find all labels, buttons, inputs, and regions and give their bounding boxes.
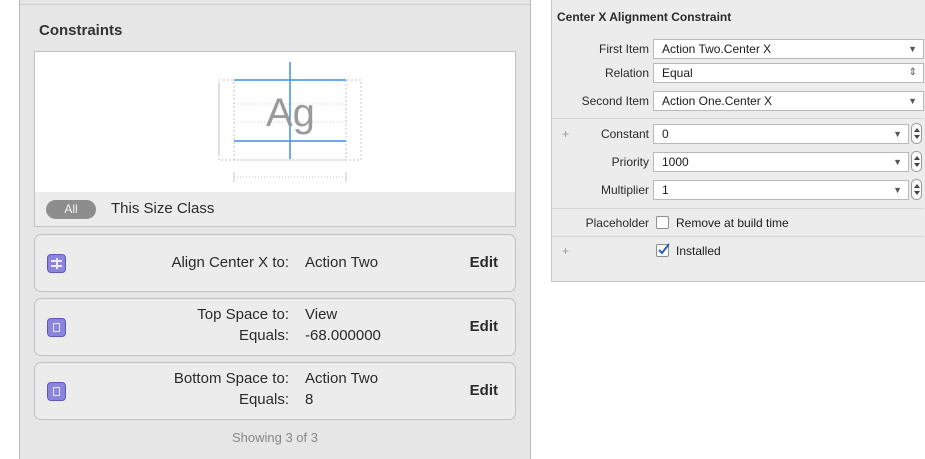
stepper-down-icon[interactable] bbox=[914, 163, 920, 167]
second-item-popup[interactable]: Action One.Center X ▼ bbox=[653, 91, 924, 111]
constraint-value: View bbox=[305, 306, 338, 323]
placeholder-checkbox[interactable] bbox=[656, 216, 669, 229]
size-class-bar: All This Size Class bbox=[34, 192, 516, 227]
plus-icon[interactable]: + bbox=[562, 127, 569, 141]
relation-label: Relation bbox=[604, 66, 649, 80]
constant-stepper[interactable] bbox=[911, 123, 922, 144]
section-divider bbox=[552, 208, 924, 209]
chevron-down-icon: ▼ bbox=[893, 129, 902, 139]
edit-button[interactable]: Edit bbox=[470, 382, 498, 399]
constraint-label: Equals: bbox=[238, 391, 289, 408]
multiplier-label: Multiplier bbox=[600, 183, 649, 197]
chevron-down-icon: ▼ bbox=[893, 185, 902, 195]
constraint-value: Action Two bbox=[305, 370, 379, 387]
section-divider bbox=[552, 118, 924, 119]
preview-text: Ag bbox=[266, 91, 315, 135]
constraint-label: Align Center X to: bbox=[171, 254, 289, 271]
multiplier-field[interactable]: 1 ▼ bbox=[653, 180, 909, 200]
constraint-value: 8 bbox=[305, 391, 314, 408]
first-item-popup[interactable]: Action Two.Center X ▼ bbox=[653, 39, 924, 59]
chevron-down-icon: ▼ bbox=[908, 44, 917, 54]
panel-divider bbox=[20, 4, 530, 5]
second-item-label: Second Item bbox=[581, 94, 649, 108]
stepper-down-icon[interactable] bbox=[914, 135, 920, 139]
stepper-up-icon[interactable] bbox=[914, 156, 920, 160]
multiplier-value: 1 bbox=[662, 183, 669, 197]
constraint-row-align-center-x[interactable]: Align Center X to: Action Two Edit bbox=[34, 234, 516, 292]
edit-button[interactable]: Edit bbox=[470, 254, 498, 271]
all-size-toggle[interactable]: All bbox=[46, 200, 96, 219]
second-item-value: Action One.Center X bbox=[662, 94, 773, 108]
constraints-panel: Constraints Ag All This Size Class Align… bbox=[19, 0, 531, 459]
constraint-label: Equals: bbox=[238, 327, 289, 344]
first-item-value: Action Two.Center X bbox=[662, 42, 772, 56]
inspector-title: Center X Alignment Constraint bbox=[557, 10, 732, 24]
section-divider bbox=[552, 236, 924, 237]
priority-value: 1000 bbox=[662, 155, 689, 169]
constraint-value: -68.000000 bbox=[305, 327, 381, 344]
installed-checkbox-label[interactable]: Installed bbox=[676, 244, 721, 258]
constant-field[interactable]: 0 ▼ bbox=[653, 124, 909, 144]
stepper-up-icon[interactable] bbox=[914, 128, 920, 132]
constant-label: Constant bbox=[600, 127, 649, 141]
stepper-up-icon[interactable] bbox=[914, 184, 920, 188]
constraints-title: Constraints bbox=[39, 22, 123, 39]
chevron-down-icon: ▼ bbox=[893, 157, 902, 167]
constraint-label: Top Space to: bbox=[197, 306, 289, 323]
relation-value: Equal bbox=[662, 66, 693, 80]
priority-field[interactable]: 1000 ▼ bbox=[653, 152, 909, 172]
constraint-value: Action Two bbox=[305, 254, 379, 271]
priority-label: Priority bbox=[611, 155, 649, 169]
edit-button[interactable]: Edit bbox=[470, 318, 498, 335]
chevron-down-icon: ▼ bbox=[908, 96, 917, 106]
installed-checkbox[interactable] bbox=[656, 243, 670, 257]
plus-icon[interactable]: + bbox=[562, 244, 569, 258]
size-class-label: This Size Class bbox=[111, 200, 215, 217]
placeholder-label: Placeholder bbox=[585, 216, 649, 230]
up-down-arrows-icon: ⇕ bbox=[908, 67, 917, 78]
checkmark-icon bbox=[658, 243, 670, 255]
constraint-label: Bottom Space to: bbox=[173, 370, 289, 387]
showing-count: Showing 3 of 3 bbox=[231, 430, 318, 445]
constraint-inspector: Center X Alignment Constraint First Item… bbox=[551, 0, 925, 282]
constraint-row-top-space[interactable]: Top Space to: View Equals: -68.000000 Ed… bbox=[34, 298, 516, 356]
placeholder-checkbox-label[interactable]: Remove at build time bbox=[676, 216, 789, 230]
stepper-down-icon[interactable] bbox=[914, 191, 920, 195]
multiplier-stepper[interactable] bbox=[911, 179, 922, 200]
constraint-preview: Ag bbox=[34, 51, 516, 193]
constant-value: 0 bbox=[662, 127, 669, 141]
relation-popup[interactable]: Equal ⇕ bbox=[653, 63, 924, 83]
first-item-label: First Item bbox=[599, 42, 649, 56]
constraint-row-bottom-space[interactable]: Bottom Space to: Action Two Equals: 8 Ed… bbox=[34, 362, 516, 420]
priority-stepper[interactable] bbox=[911, 151, 922, 172]
